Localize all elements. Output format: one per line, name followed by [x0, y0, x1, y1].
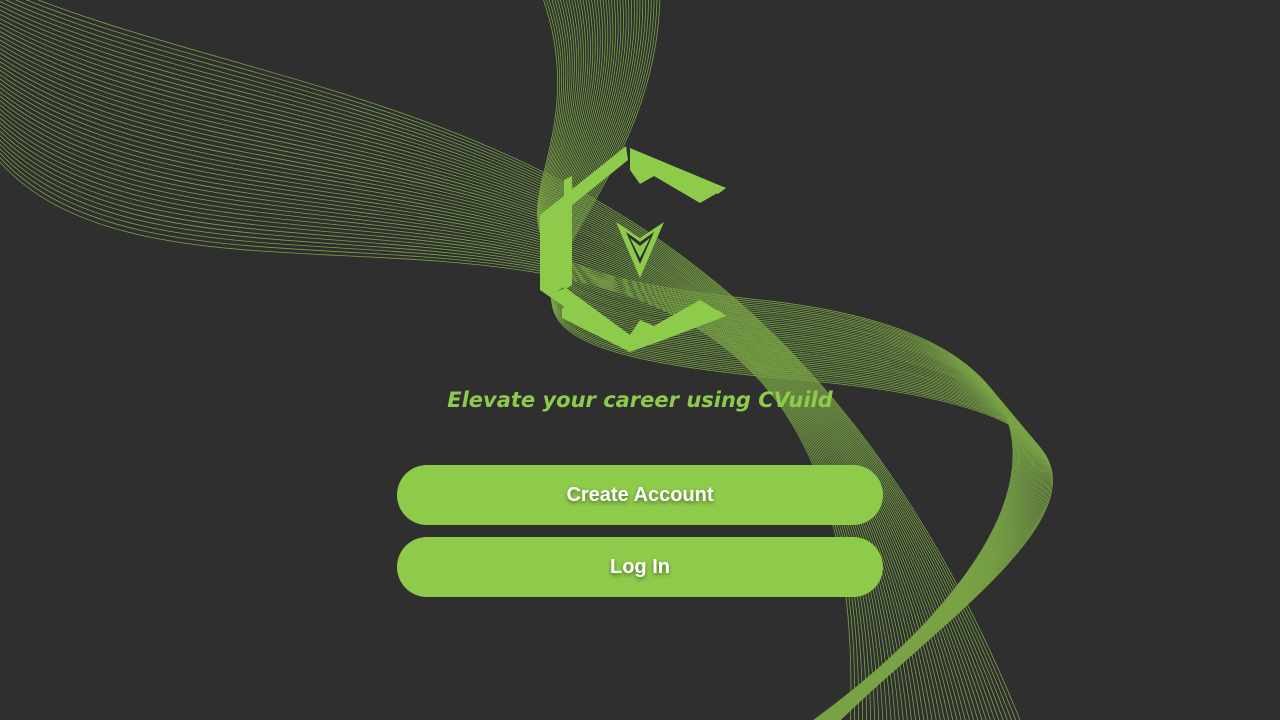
wave-line — [0, 9, 996, 720]
wave-line — [0, 39, 966, 720]
wave-line — [546, 0, 1038, 720]
tagline: Elevate your career using CVuild — [0, 388, 1280, 412]
cvuild-logo-icon — [540, 146, 726, 352]
tagline-text: Elevate your career using — [447, 388, 759, 412]
welcome-screen: Elevate your career using CVuild Create … — [0, 0, 1280, 720]
wave-line — [0, 0, 1004, 720]
wave-line — [25, 0, 1017, 720]
wave-line — [37, 0, 1021, 720]
tagline-brand: CVuild — [758, 388, 833, 412]
wave-lines-background — [0, 0, 1053, 720]
wave-line — [0, 26, 979, 720]
log-in-button[interactable]: Log In — [397, 537, 883, 597]
wave-line — [550, 0, 1049, 720]
wave-line — [0, 43, 962, 720]
wave-line — [0, 18, 987, 720]
create-account-button[interactable]: Create Account — [397, 465, 883, 525]
wave-line — [0, 125, 884, 720]
wave-line — [0, 117, 892, 720]
